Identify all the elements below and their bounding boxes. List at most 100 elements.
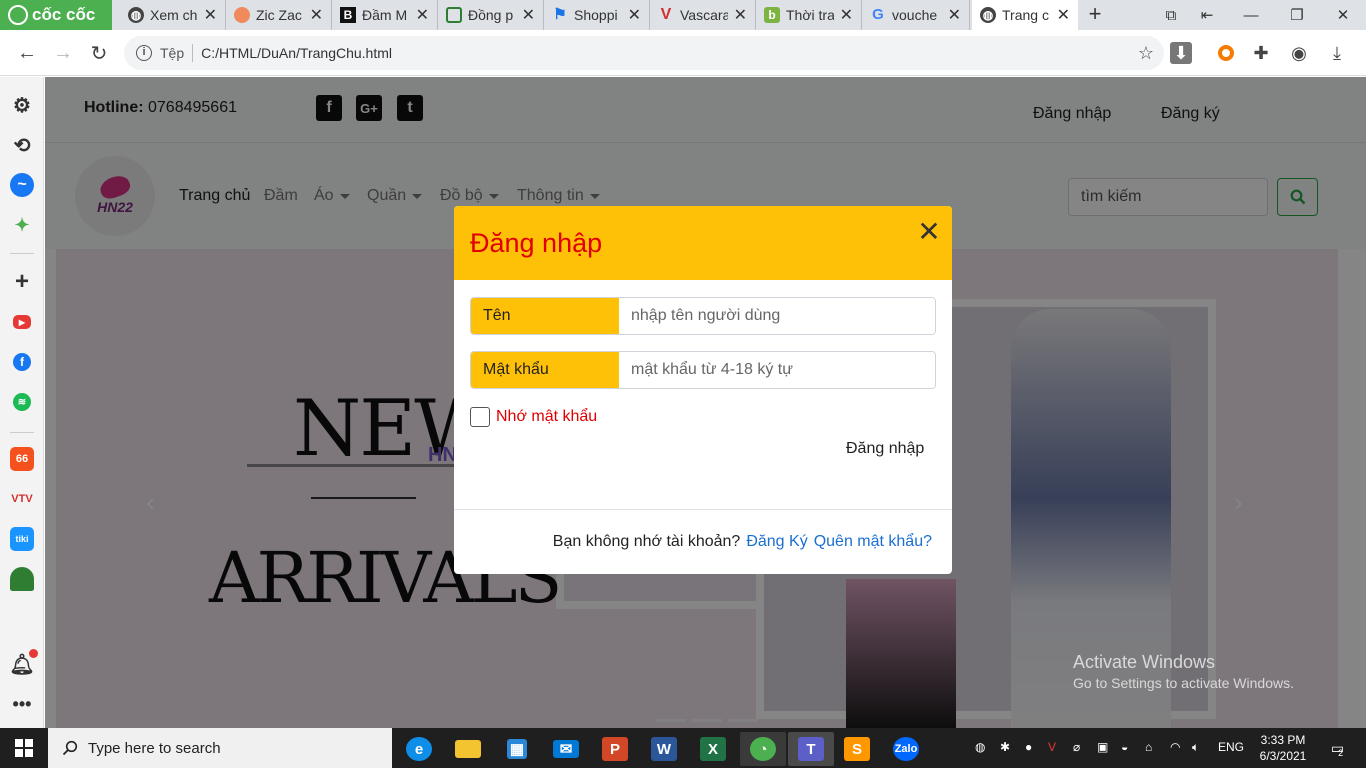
minimize-icon[interactable]: — [1228, 0, 1274, 30]
close-tab-icon[interactable]: ✕ [310, 5, 323, 25]
browser-brand: cốc cốc [32, 5, 96, 24]
globe-icon: ◍ [128, 7, 144, 23]
restore-icon[interactable]: ❐ [1274, 0, 1320, 30]
clock-date: 6/3/2021 [1259, 749, 1307, 763]
remember-checkbox[interactable] [470, 407, 490, 427]
tab-title: Vascara [680, 7, 728, 23]
history-icon[interactable]: ⟲ [10, 133, 34, 157]
tray-app-icon[interactable]: ▣ [1097, 740, 1108, 754]
remember-label[interactable]: Nhớ mật khẩu [496, 408, 597, 426]
address-bar[interactable]: i Tệp C:/HTML/DuAn/TrangChu.html [124, 36, 1164, 70]
spotify-icon[interactable]: ≋ [13, 393, 31, 411]
file-explorer-icon[interactable] [448, 732, 488, 766]
more-icon[interactable]: ••• [10, 692, 34, 716]
remember-me[interactable]: Nhớ mật khẩu [470, 407, 597, 427]
messenger-icon[interactable]: ~ [10, 173, 34, 197]
back-icon[interactable]: ← [12, 38, 42, 68]
globe-icon: ◍ [980, 7, 996, 23]
vascara-tray-icon[interactable]: V [1048, 740, 1056, 754]
tray-app-icon[interactable]: ⌀ [1073, 740, 1080, 754]
coccoc-extension-icon[interactable] [1213, 40, 1239, 66]
volume-icon[interactable]: 🔈︎ [1192, 740, 1199, 755]
start-button[interactable] [0, 728, 48, 768]
tab-4[interactable]: Đồng p ✕ [438, 0, 544, 30]
divider [10, 253, 34, 254]
tab-title: Thời tra [786, 7, 834, 23]
forgot-password-link[interactable]: Quên mật khẩu? [814, 533, 932, 551]
mail-icon[interactable]: ✉ [546, 732, 586, 766]
facebook-icon[interactable]: f [13, 353, 31, 371]
downloads-icon[interactable]: ⤓ [1324, 40, 1350, 66]
coccoc-menu-button[interactable]: cốc cốc [0, 0, 112, 30]
peach-icon [234, 7, 250, 23]
people-tray-icon[interactable]: ✱ [1000, 740, 1010, 754]
password-input[interactable] [619, 352, 935, 388]
close-icon[interactable]: ✕ [917, 218, 941, 246]
tab-active[interactable]: ◍ Trang c ✕ [972, 0, 1078, 30]
word-icon[interactable]: W [644, 732, 684, 766]
tab-1[interactable]: ◍ Xem ch ✕ [120, 0, 226, 30]
close-tab-icon[interactable]: ✕ [948, 5, 961, 25]
new-tab-icon[interactable]: + [1084, 3, 1106, 27]
close-tab-icon[interactable]: ✕ [840, 5, 853, 25]
tab-8[interactable]: G vouche ✕ [862, 0, 970, 30]
store-icon[interactable]: ▦ [497, 732, 537, 766]
close-tab-icon[interactable]: ✕ [628, 5, 641, 25]
username-input[interactable] [619, 298, 935, 334]
watermark-title: Activate Windows [1073, 652, 1216, 672]
taskbar-search[interactable]: Type here to search [48, 728, 392, 768]
add-icon[interactable]: + [10, 268, 34, 295]
close-tab-icon[interactable]: ✕ [204, 5, 217, 25]
login-submit-button[interactable]: Đăng nhập [836, 438, 934, 460]
forward-icon[interactable]: → [48, 38, 78, 68]
excel-icon[interactable]: X [693, 732, 733, 766]
youtube-icon[interactable]: ▶ [13, 315, 31, 329]
extensions-puzzle-icon[interactable]: ✚ [1248, 40, 1274, 66]
download-page-icon[interactable]: ⬇ [1170, 42, 1192, 64]
action-center-icon[interactable]: ▭ 2 [1322, 736, 1352, 760]
teams-icon[interactable]: T [788, 732, 834, 766]
tab-7[interactable]: b Thời tra ✕ [756, 0, 862, 30]
window-close-icon[interactable]: ✕ [1320, 0, 1366, 30]
modal-header: Đăng nhập [454, 206, 952, 280]
sublime-icon[interactable]: S [837, 732, 877, 766]
close-tab-icon[interactable]: ✕ [734, 5, 747, 25]
notification-dot [29, 649, 38, 658]
tray-app-icon[interactable]: ● [1025, 740, 1032, 754]
register-link[interactable]: Đăng Ký [746, 533, 807, 551]
vtv-go-icon[interactable]: VTV [10, 487, 34, 511]
hat-icon[interactable] [10, 567, 34, 591]
tab-title: Đầm M [362, 7, 408, 23]
edge-icon[interactable]: e [399, 732, 439, 766]
info-icon[interactable]: i [136, 45, 152, 61]
tray-app-icon[interactable]: ◒ [1121, 740, 1128, 754]
url-text[interactable]: C:/HTML/DuAn/TrangChu.html [201, 45, 392, 61]
username-group: Tên [470, 297, 936, 335]
bookmark-star-icon[interactable]: ☆ [1133, 40, 1159, 66]
taskbar-search-placeholder: Type here to search [88, 739, 221, 757]
footer-question: Bạn không nhớ tài khoản? [552, 533, 741, 550]
gamepad-icon[interactable]: ✦ [10, 213, 34, 237]
language-indicator[interactable]: ENG [1218, 740, 1244, 754]
powerpoint-icon[interactable]: P [595, 732, 635, 766]
password-group: Mật khẩu [470, 351, 936, 389]
reload-icon[interactable]: ↻ [84, 38, 114, 68]
shopee-icon[interactable]: 66 [10, 447, 34, 471]
tab-3[interactable]: B Đầm M ✕ [332, 0, 438, 30]
close-tab-icon[interactable]: ✕ [1057, 5, 1070, 25]
tab-5[interactable]: ⚑ Shoppi ✕ [544, 0, 650, 30]
clock[interactable]: 3:33 PM 6/3/2021 [1250, 732, 1316, 764]
profile-icon[interactable]: ◉ [1286, 40, 1312, 66]
coccoc-taskbar-icon[interactable]: ◔ [740, 732, 786, 766]
close-tab-icon[interactable]: ✕ [416, 5, 429, 25]
back-arrow-icon[interactable]: ⇤ [1184, 0, 1230, 30]
zalo-tray-icon[interactable]: ◍ [975, 740, 985, 754]
close-tab-icon[interactable]: ✕ [522, 5, 535, 25]
tab-2[interactable]: Zic Zac ✕ [226, 0, 332, 30]
wifi-icon[interactable]: ◠ [1170, 740, 1180, 754]
tiki-icon[interactable]: tiki [10, 527, 34, 551]
tab-6[interactable]: V Vascara ✕ [650, 0, 756, 30]
network-icon[interactable]: ⌂ [1145, 740, 1152, 754]
zalo-icon[interactable]: Zalo [886, 732, 926, 766]
settings-gear-icon[interactable]: ⚙ [10, 93, 34, 117]
